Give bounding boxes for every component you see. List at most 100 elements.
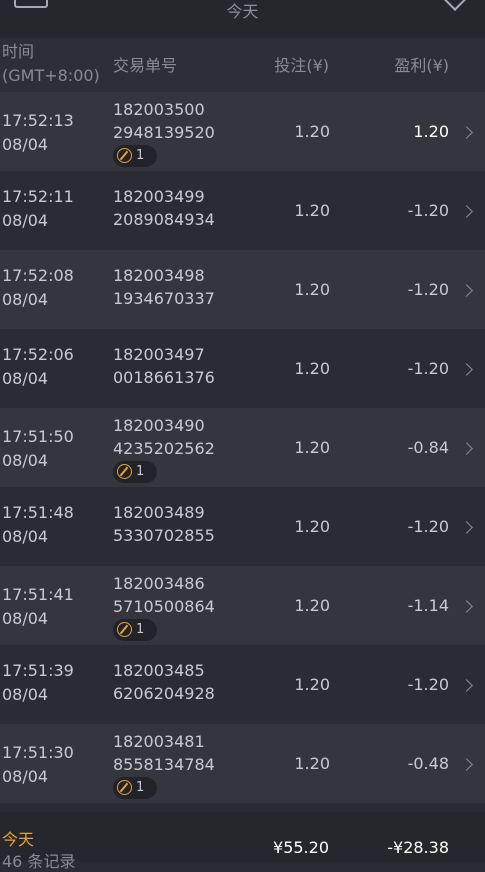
table-row[interactable]: 17:51:39 08/04 182003485 6206204928 1.20 -1.2… — [0, 645, 485, 724]
row-bet-amount: 1.20 — [294, 280, 330, 299]
row-time: 17:51:39 08/04 — [2, 659, 74, 707]
row-date-value: 08/04 — [2, 135, 49, 154]
row-time-value: 17:51:30 — [2, 743, 74, 762]
free-spin-badge: 1 — [113, 145, 157, 167]
row-time: 17:52:13 08/04 — [2, 109, 74, 157]
chevron-right-icon[interactable] — [460, 442, 473, 455]
row-date-value: 08/04 — [2, 767, 49, 786]
row-order-number: 182003497 0018661376 — [113, 343, 215, 389]
spin-icon — [117, 622, 132, 637]
table-row[interactable]: 17:52:11 08/04 182003499 2089084934 1.20 -1.2… — [0, 171, 485, 250]
row-bet-amount: 1.20 — [294, 359, 330, 378]
row-date-value: 08/04 — [2, 609, 49, 628]
time-column-header: 时间 (GMT+8:00) — [2, 40, 100, 88]
row-order-line-2: 2948139520 — [113, 123, 215, 142]
row-bet-amount: 1.20 — [294, 517, 330, 536]
row-time-value: 17:52:08 — [2, 266, 74, 285]
time-label: 时间 — [2, 42, 35, 61]
table-row[interactable]: 17:52:06 08/04 182003497 0018661376 1.20 -1.2… — [0, 329, 485, 408]
row-time: 17:52:06 08/04 — [2, 343, 74, 391]
row-order-line-1: 182003490 — [113, 416, 205, 435]
row-order-number: 182003485 6206204928 — [113, 659, 215, 705]
row-order-number: 182003481 8558134784 — [113, 730, 215, 776]
badge-count: 1 — [136, 148, 145, 163]
order-column-header: 交易单号 — [113, 56, 178, 75]
row-time-value: 17:51:39 — [2, 661, 74, 680]
row-time: 17:51:50 08/04 — [2, 425, 74, 473]
row-date-value: 08/04 — [2, 451, 49, 470]
row-bet-amount: 1.20 — [294, 754, 330, 773]
row-order-line-1: 182003485 — [113, 661, 205, 680]
row-order-number: 182003489 5330702855 — [113, 501, 215, 547]
row-order-number: 182003486 5710500864 — [113, 572, 215, 618]
row-time: 17:52:11 08/04 — [2, 185, 74, 233]
summary-label: 今天 — [2, 830, 35, 849]
row-bet-amount: 1.20 — [294, 122, 330, 141]
row-order-line-2: 5330702855 — [113, 526, 215, 545]
row-order-line-1: 182003497 — [113, 345, 205, 364]
row-profit-amount: -1.20 — [407, 280, 449, 299]
row-time-value: 17:52:13 — [2, 111, 74, 130]
table-row[interactable]: 17:51:30 08/04 182003481 8558134784 1.20 -0.4… — [0, 724, 485, 803]
row-profit-amount: -0.48 — [407, 754, 449, 773]
row-order-line-1: 182003498 — [113, 266, 205, 285]
free-spin-badge: 1 — [113, 619, 157, 641]
page-title: 今天 — [226, 2, 259, 21]
chevron-right-icon[interactable] — [460, 284, 473, 297]
table-row[interactable]: 17:52:08 08/04 182003498 1934670337 1.20 -1.2… — [0, 250, 485, 329]
row-order-line-1: 182003486 — [113, 574, 205, 593]
row-order-line-2: 1934670337 — [113, 289, 215, 308]
chevron-right-icon[interactable] — [460, 363, 473, 376]
row-profit-amount: -1.20 — [407, 359, 449, 378]
row-order-line-2: 2089084934 — [113, 210, 215, 229]
total-bet: ¥55.20 — [273, 838, 329, 857]
table-row[interactable]: 17:51:48 08/04 182003489 5330702855 1.20 -1.2… — [0, 487, 485, 566]
row-profit-amount: -1.20 — [407, 517, 449, 536]
row-order-line-2: 8558134784 — [113, 755, 215, 774]
timezone-label: (GMT+8:00) — [2, 66, 100, 85]
row-date-value: 08/04 — [2, 685, 49, 704]
free-spin-badge: 1 — [113, 461, 157, 483]
row-order-number: 182003499 2089084934 — [113, 185, 215, 231]
row-date-value: 08/04 — [2, 290, 49, 309]
summary-footer: 今天 46 条记录 ¥55.20 -¥28.38 — [0, 812, 485, 871]
spin-icon — [117, 148, 132, 163]
row-profit-amount: -1.20 — [407, 201, 449, 220]
row-time: 17:52:08 08/04 — [2, 264, 74, 312]
chevron-right-icon[interactable] — [460, 205, 473, 218]
chevron-right-icon[interactable] — [460, 679, 473, 692]
badge-count: 1 — [136, 780, 145, 795]
top-bar: 今天 — [0, 0, 485, 38]
row-order-line-2: 0018661376 — [113, 368, 215, 387]
chevron-right-icon[interactable] — [460, 521, 473, 534]
row-profit-amount: -1.20 — [407, 675, 449, 694]
badge-count: 1 — [136, 622, 145, 637]
row-profit-amount: -0.84 — [407, 438, 449, 457]
row-order-line-2: 6206204928 — [113, 684, 215, 703]
row-time-value: 17:52:11 — [2, 187, 74, 206]
row-order-line-1: 182003489 — [113, 503, 205, 522]
table-row[interactable]: 17:51:50 08/04 182003490 4235202562 1.20 -0.8… — [0, 408, 485, 487]
row-bet-amount: 1.20 — [294, 438, 330, 457]
chevron-right-icon[interactable] — [460, 126, 473, 139]
free-spin-badge: 1 — [113, 777, 157, 799]
profit-column-header: 盈利(¥) — [394, 56, 449, 75]
row-profit-amount: -1.14 — [407, 596, 449, 615]
records-list: 17:52:13 08/04 182003500 2948139520 1.20 1.20… — [0, 92, 485, 803]
chevron-right-icon[interactable] — [460, 600, 473, 613]
row-order-line-2: 5710500864 — [113, 597, 215, 616]
row-order-line-1: 182003499 — [113, 187, 205, 206]
chevron-right-icon[interactable] — [460, 758, 473, 771]
row-time-value: 17:51:48 — [2, 503, 74, 522]
row-time-value: 17:51:50 — [2, 427, 74, 446]
spin-icon — [117, 780, 132, 795]
row-time: 17:51:30 08/04 — [2, 741, 74, 789]
row-bet-amount: 1.20 — [294, 201, 330, 220]
row-time-value: 17:52:06 — [2, 345, 74, 364]
row-bet-amount: 1.20 — [294, 596, 330, 615]
table-row[interactable]: 17:52:13 08/04 182003500 2948139520 1.20 1.20… — [0, 92, 485, 171]
row-order-line-1: 182003500 — [113, 100, 205, 119]
table-row[interactable]: 17:51:41 08/04 182003486 5710500864 1.20 -1.1… — [0, 566, 485, 645]
row-time: 17:51:48 08/04 — [2, 501, 74, 549]
row-order-number: 182003498 1934670337 — [113, 264, 215, 310]
